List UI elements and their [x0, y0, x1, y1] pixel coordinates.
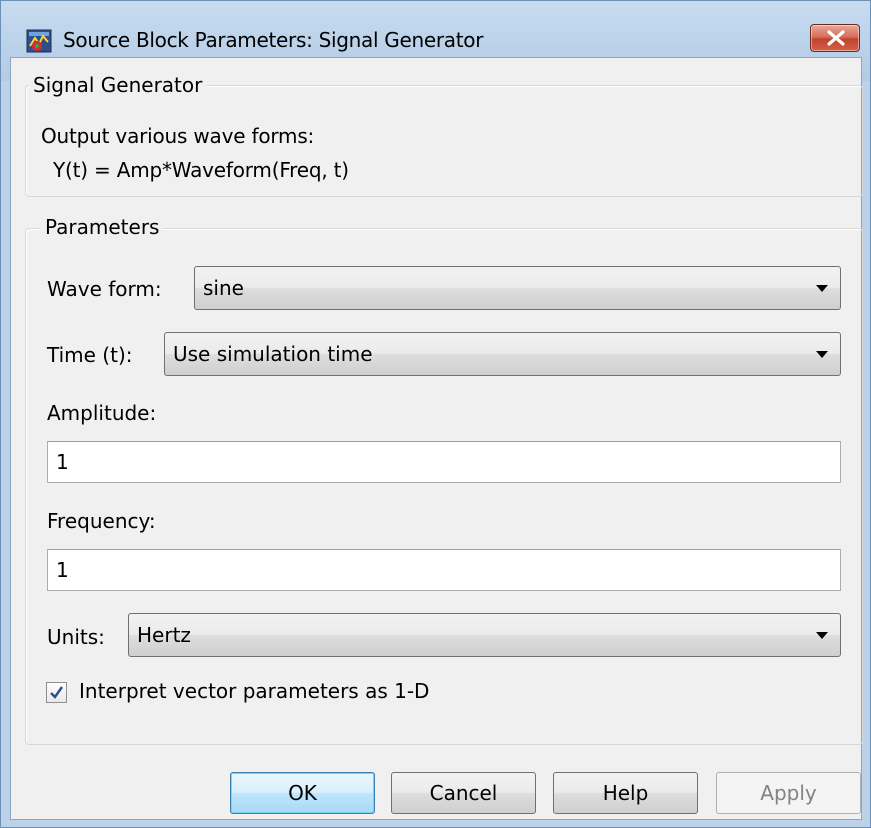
ok-button[interactable]: OK — [230, 772, 375, 814]
amplitude-field[interactable]: 1 — [47, 441, 841, 483]
parameters-group-label: Parameters — [41, 215, 164, 239]
wave-form-dropdown[interactable]: sine — [194, 266, 841, 310]
time-label: Time (t): — [47, 343, 133, 367]
dialog-window: Source Block Parameters: Signal Generato… — [0, 0, 871, 828]
frequency-label: Frequency: — [47, 509, 156, 533]
chevron-down-icon — [816, 351, 828, 358]
units-label: Units: — [47, 625, 105, 649]
time-dropdown[interactable]: Use simulation time — [164, 332, 841, 376]
wave-form-value: sine — [203, 276, 244, 300]
apply-button[interactable]: Apply — [716, 772, 861, 814]
time-value: Use simulation time — [173, 342, 373, 366]
amplitude-label: Amplitude: — [47, 401, 157, 425]
chevron-down-icon — [816, 285, 828, 292]
window-title: Source Block Parameters: Signal Generato… — [63, 28, 484, 52]
interpret-vector-label[interactable]: Interpret vector parameters as 1-D — [79, 679, 429, 703]
chevron-down-icon — [816, 632, 828, 639]
simulink-block-icon — [26, 29, 52, 53]
checkmark-icon — [50, 686, 63, 699]
cancel-button[interactable]: Cancel — [391, 772, 536, 814]
units-dropdown[interactable]: Hertz — [128, 613, 841, 657]
block-description-line2: Y(t) = Amp*Waveform(Freq, t) — [53, 158, 349, 182]
help-button[interactable]: Help — [553, 772, 698, 814]
interpret-vector-checkbox[interactable] — [46, 682, 67, 703]
block-description-line1: Output various wave forms: — [41, 124, 315, 148]
frequency-field[interactable]: 1 — [47, 549, 841, 591]
close-icon — [827, 30, 845, 46]
close-button[interactable] — [810, 24, 860, 52]
block-group-label: Signal Generator — [29, 73, 207, 97]
units-value: Hertz — [137, 623, 191, 647]
wave-form-label: Wave form: — [47, 277, 162, 301]
